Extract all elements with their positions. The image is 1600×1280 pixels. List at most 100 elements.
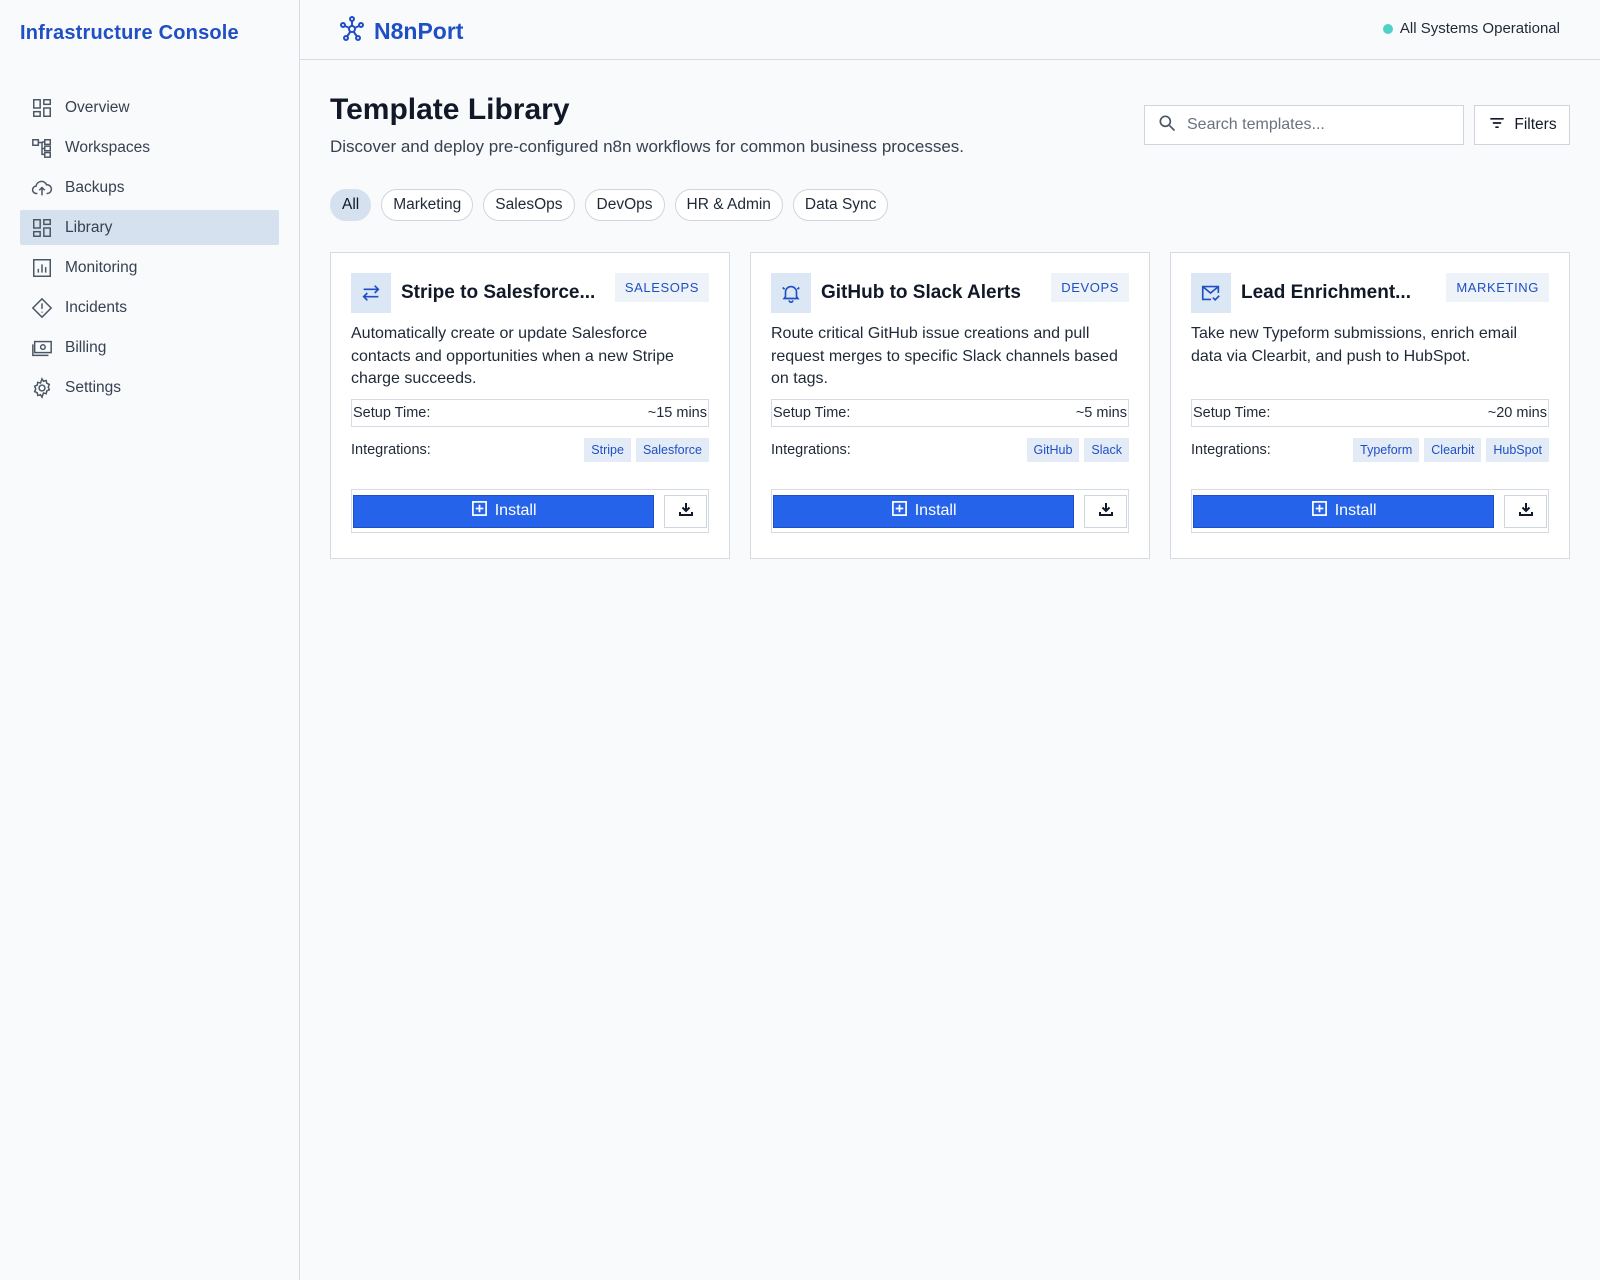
search-box[interactable]	[1144, 105, 1464, 145]
card-title: GitHub to Slack Alerts	[821, 282, 1021, 303]
setup-time-label: Setup Time:	[773, 405, 851, 421]
integration-tag: Slack	[1084, 438, 1129, 462]
gear-icon	[31, 376, 53, 399]
sidebar-item-workspaces[interactable]: Workspaces	[20, 130, 279, 165]
card-actions: Install	[1191, 489, 1549, 533]
template-card: Lead Enrichment... MARKETING Take new Ty…	[1170, 252, 1570, 559]
app-logo[interactable]: N8nPort	[338, 15, 463, 48]
app-name: N8nPort	[374, 18, 464, 44]
card-title: Lead Enrichment...	[1241, 282, 1411, 303]
card-description: Take new Typeform submissions, enrich em…	[1191, 325, 1518, 365]
integrations-label: Integrations:	[351, 442, 431, 458]
hierarchy-icon	[31, 137, 53, 159]
status-text: All Systems Operational	[1399, 20, 1560, 37]
bar-chart-icon	[31, 257, 53, 279]
integrations-label: Integrations:	[771, 442, 851, 458]
integration-tag: HubSpot	[1486, 438, 1549, 462]
setup-time-value: ~5 mins	[1075, 405, 1127, 421]
plus-square-icon	[471, 500, 495, 522]
chip-devops[interactable]: DevOps	[584, 189, 665, 221]
chip-marketing[interactable]: Marketing	[381, 189, 474, 221]
search-input[interactable]	[1187, 116, 1437, 134]
setup-time-value: ~20 mins	[1487, 405, 1547, 421]
sidebar-item-label: Monitoring	[65, 258, 138, 276]
console-brand[interactable]: Infrastructure Console	[20, 22, 239, 45]
filter-icon	[1487, 113, 1514, 138]
chip-hr-admin[interactable]: HR & Admin	[674, 189, 783, 221]
category-badge: MARKETING	[1446, 273, 1549, 302]
sidebar-item-billing[interactable]: Billing	[20, 330, 279, 365]
plus-square-icon	[891, 500, 915, 522]
page-title: Template Library	[330, 93, 570, 126]
sidebar-item-label: Backups	[65, 178, 125, 196]
card-actions: Install	[771, 489, 1129, 533]
category-chips: All Marketing SalesOps DevOps HR & Admin…	[330, 189, 898, 221]
card-description: Automatically create or update Salesforc…	[351, 325, 674, 387]
install-button[interactable]: Install	[1193, 494, 1495, 528]
setup-time-row: Setup Time: ~20 mins	[1191, 399, 1549, 427]
dashboard-icon	[31, 217, 53, 239]
integrations-row: Integrations: Stripe Salesforce	[351, 437, 709, 463]
chip-salesops[interactable]: SalesOps	[483, 189, 575, 221]
status-dot	[1382, 23, 1393, 34]
search-icon	[1157, 113, 1177, 138]
cloud-upload-icon	[31, 177, 53, 199]
install-label: Install	[1334, 502, 1377, 519]
sidebar-item-overview[interactable]: Overview	[20, 90, 279, 125]
template-card: GitHub to Slack Alerts DEVOPS Route crit…	[750, 252, 1150, 559]
card-title: Stripe to Salesforce...	[401, 282, 596, 303]
filters-label: Filters	[1514, 116, 1557, 133]
card-description: Route critical GitHub issue creations an…	[771, 325, 1118, 387]
download-button[interactable]	[1084, 494, 1127, 528]
setup-time-row: Setup Time: ~5 mins	[771, 399, 1129, 427]
setup-time-label: Setup Time:	[1193, 405, 1271, 421]
download-button[interactable]	[1504, 494, 1547, 528]
sidebar-item-settings[interactable]: Settings	[20, 370, 279, 405]
network-logo-icon	[338, 15, 366, 48]
warning-diamond-icon	[31, 297, 53, 319]
integration-tag: Clearbit	[1424, 438, 1482, 462]
template-card: Stripe to Salesforce... SALESOPS Automat…	[330, 252, 730, 559]
sidebar-item-label: Workspaces	[65, 138, 150, 156]
chip-data-sync[interactable]: Data Sync	[792, 189, 889, 221]
setup-time-label: Setup Time:	[353, 405, 431, 421]
swap-arrows-icon	[351, 273, 391, 313]
download-button[interactable]	[664, 494, 707, 528]
install-label: Install	[914, 502, 957, 519]
sidebar-item-backups[interactable]: Backups	[20, 170, 279, 205]
dashboard-icon	[31, 97, 53, 119]
sidebar-item-label: Overview	[65, 98, 130, 116]
integration-tag: Typeform	[1353, 438, 1420, 462]
bell-icon	[771, 273, 811, 313]
chip-all[interactable]: All	[330, 189, 372, 221]
setup-time-value: ~15 mins	[647, 405, 707, 421]
sidebar-item-incidents[interactable]: Incidents	[20, 290, 279, 325]
mail-check-icon	[1191, 273, 1231, 313]
setup-time-row: Setup Time: ~15 mins	[351, 399, 709, 427]
integrations-label: Integrations:	[1191, 442, 1271, 458]
download-icon	[1098, 501, 1114, 522]
system-status: All Systems Operational	[1382, 20, 1560, 37]
plus-square-icon	[1311, 500, 1335, 522]
sidebar-item-monitoring[interactable]: Monitoring	[20, 250, 279, 285]
sidebar-item-label: Settings	[65, 378, 122, 396]
sidebar-nav: Overview Workspaces Backups Library Moni…	[20, 90, 279, 410]
download-icon	[678, 501, 694, 522]
install-label: Install	[494, 502, 537, 519]
money-icon	[31, 337, 53, 359]
integrations-row: Integrations: GitHub Slack	[771, 437, 1129, 463]
filters-button[interactable]: Filters	[1474, 105, 1570, 145]
install-button[interactable]: Install	[353, 494, 655, 528]
sidebar-item-library[interactable]: Library	[20, 210, 279, 245]
sidebar-item-label: Library	[65, 218, 113, 236]
install-button[interactable]: Install	[773, 494, 1075, 528]
category-badge: DEVOPS	[1051, 273, 1129, 302]
sidebar-item-label: Billing	[65, 338, 107, 356]
category-badge: SALESOPS	[614, 273, 709, 302]
template-cards: Stripe to Salesforce... SALESOPS Automat…	[330, 252, 1570, 559]
integration-tag: Stripe	[584, 438, 631, 462]
download-icon	[1518, 501, 1534, 522]
integration-tag: Salesforce	[635, 438, 709, 462]
integrations-row: Integrations: Typeform Clearbit HubSpot	[1191, 437, 1549, 463]
card-actions: Install	[351, 489, 709, 533]
